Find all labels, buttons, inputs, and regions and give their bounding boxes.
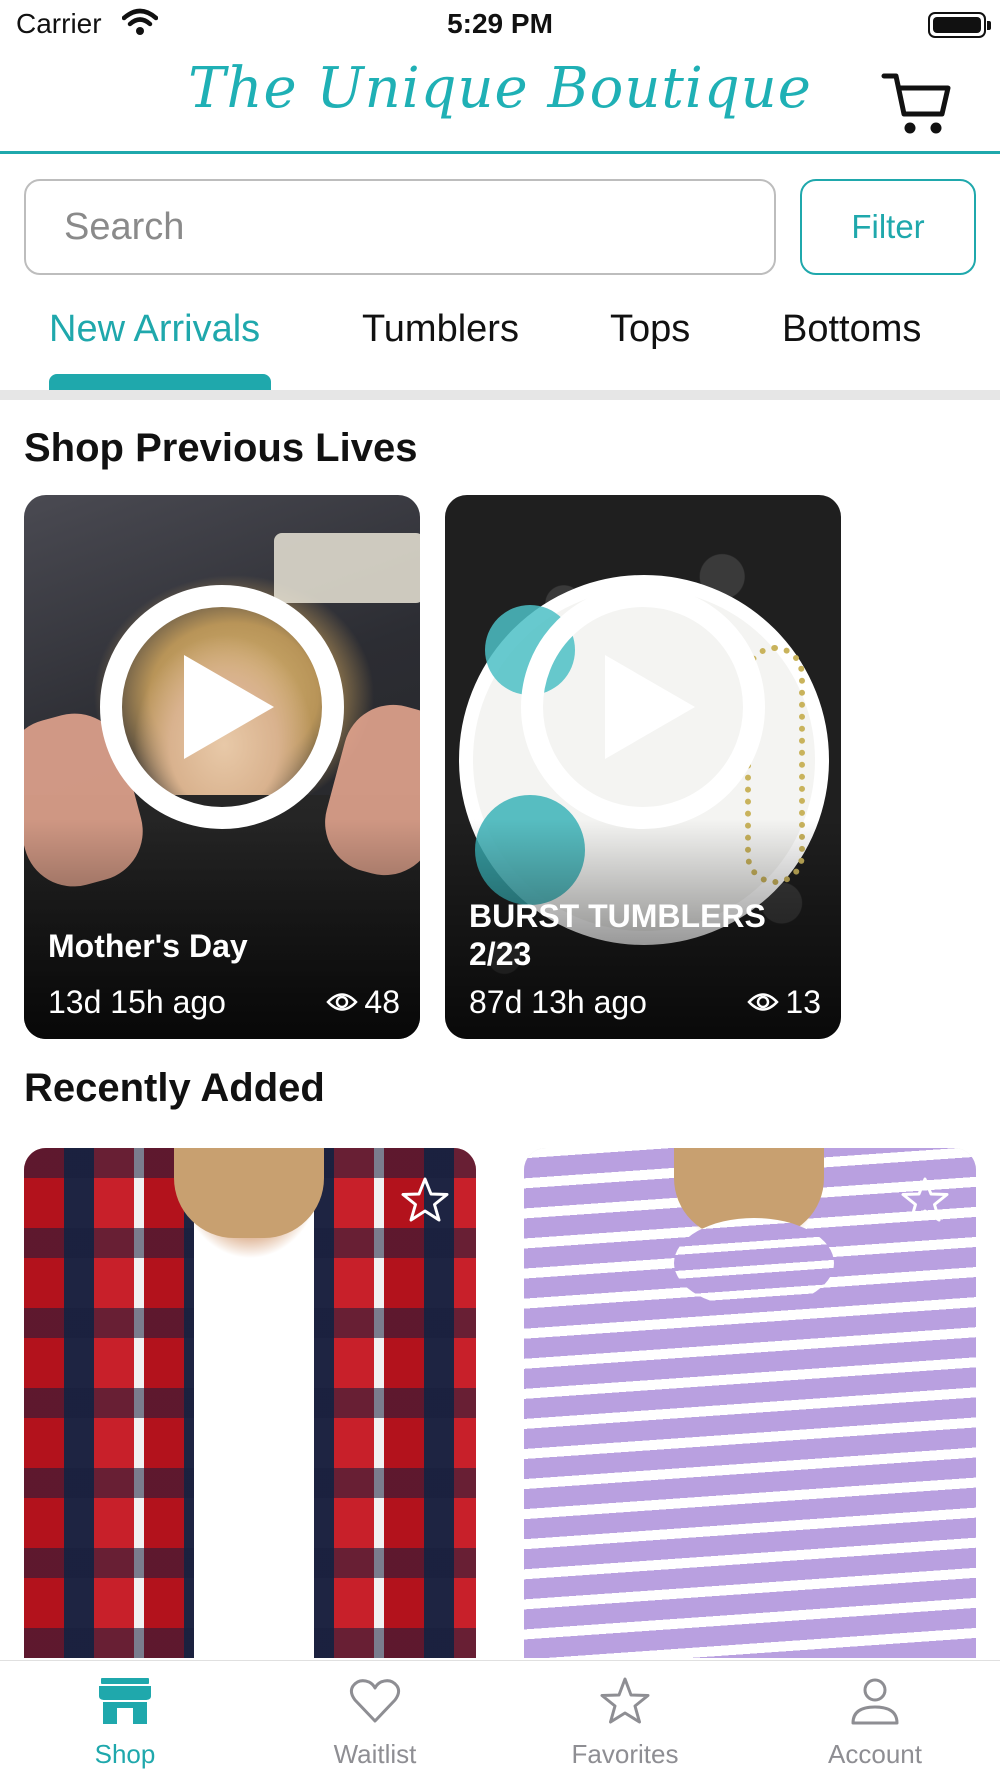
play-icon[interactable] <box>100 585 344 829</box>
view-count: 13 <box>747 984 821 1021</box>
tabbar-label: Shop <box>94 1739 156 1769</box>
live-time-ago: 13d 15h ago <box>48 984 226 1020</box>
eye-icon <box>747 984 780 1021</box>
search-input[interactable] <box>24 179 776 275</box>
tabs-divider <box>0 390 1000 400</box>
tab-bottoms[interactable]: Bottoms <box>782 308 921 351</box>
tabbar-favorites[interactable]: Favorites <box>545 1671 705 1770</box>
tabbar-waitlist[interactable]: Waitlist <box>295 1671 455 1770</box>
star-icon[interactable] <box>900 1176 950 1229</box>
heart-icon <box>295 1671 455 1731</box>
tabbar-label: Account <box>828 1739 922 1769</box>
active-tab-indicator <box>49 374 271 390</box>
storefront-icon <box>45 1671 205 1731</box>
tab-tops[interactable]: Tops <box>610 308 690 351</box>
view-count-value: 48 <box>364 984 400 1020</box>
product-card[interactable] <box>24 1148 476 1658</box>
live-card[interactable]: Mother's Day 13d 15h ago 48 <box>24 495 420 1039</box>
eye-icon <box>326 984 359 1021</box>
live-title: Mother's Day <box>48 928 248 964</box>
live-card[interactable]: BURST TUMBLERS 2/23 87d 13h ago 13 <box>445 495 841 1039</box>
live-title: BURST TUMBLERS 2/23 <box>469 898 766 972</box>
filter-button[interactable]: Filter <box>800 179 976 275</box>
tab-new-arrivals[interactable]: New Arrivals <box>49 308 260 351</box>
live-time-ago: 87d 13h ago <box>469 984 647 1020</box>
boutique-logo: The Unique Boutique <box>188 56 812 121</box>
ceiling-light <box>274 533 420 603</box>
bottom-tab-bar: Shop Waitlist Favorites Account <box>0 1660 1000 1778</box>
clock: 5:29 PM <box>447 8 553 39</box>
play-icon[interactable] <box>521 585 765 829</box>
tabbar-account[interactable]: Account <box>795 1671 955 1770</box>
tabbar-label: Favorites <box>571 1739 679 1769</box>
tabbar-label: Waitlist <box>333 1739 417 1769</box>
star-icon[interactable] <box>400 1176 450 1229</box>
star-icon <box>545 1671 705 1731</box>
app-header: The Unique Boutique <box>0 50 1000 154</box>
status-bar: Carrier 5:29 PM <box>0 0 1000 50</box>
view-count-value: 13 <box>785 984 821 1020</box>
section-title-recently-added: Recently Added <box>24 1066 325 1110</box>
battery-icon <box>928 12 991 38</box>
person-icon <box>795 1671 955 1731</box>
hair <box>174 1148 324 1238</box>
tab-tumblers[interactable]: Tumblers <box>362 308 519 351</box>
cart-icon[interactable] <box>880 68 954 138</box>
product-card[interactable] <box>524 1148 976 1658</box>
view-count: 48 <box>326 984 400 1021</box>
cowl-neck <box>674 1218 834 1308</box>
section-title-previous-lives: Shop Previous Lives <box>24 426 418 470</box>
tabbar-shop[interactable]: Shop <box>45 1671 205 1770</box>
